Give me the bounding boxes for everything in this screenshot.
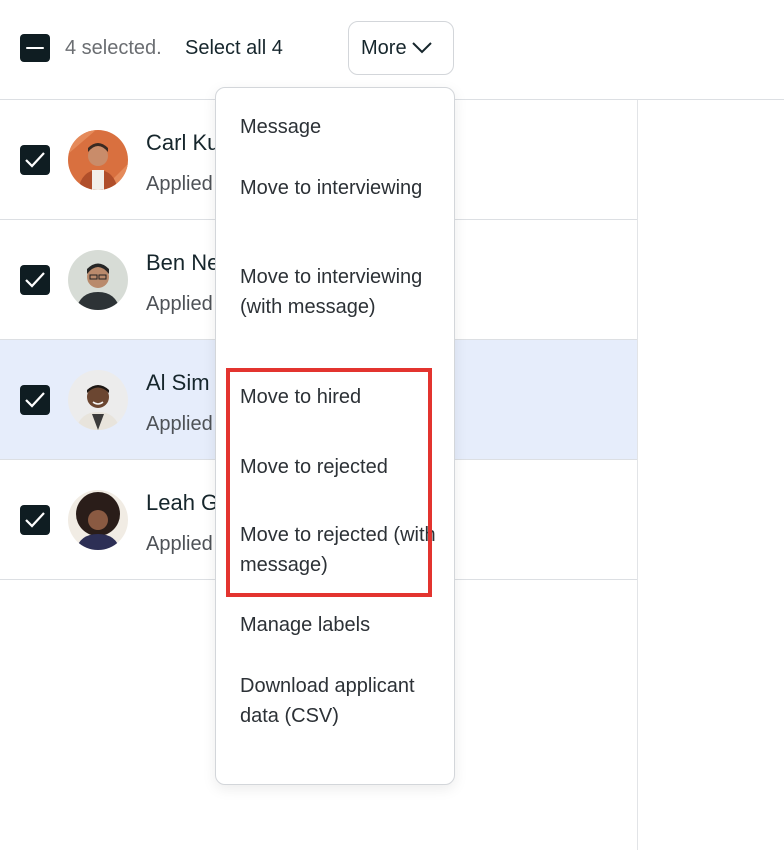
menu-item-manage-labels[interactable]: Manage labels <box>240 610 440 640</box>
applicant-status: Applied <box>146 533 213 555</box>
menu-item-move-to-rejected[interactable]: Move to rejected <box>240 452 440 482</box>
bulk-action-toolbar: 4 selected. Select all 4 More <box>0 0 784 100</box>
row-checkbox-checked[interactable] <box>20 265 50 295</box>
checkmark-icon <box>25 512 45 528</box>
more-actions-button[interactable]: More <box>348 21 454 75</box>
selected-count-text: 4 selected. <box>65 37 162 59</box>
select-all-link[interactable]: Select all 4 <box>185 37 283 60</box>
row-checkbox-checked[interactable] <box>20 505 50 535</box>
applicant-status: Applied <box>146 293 213 315</box>
avatar <box>68 250 128 310</box>
avatar <box>68 370 128 430</box>
panel-divider <box>637 100 638 850</box>
menu-item-move-to-interviewing[interactable]: Move to interviewing <box>240 173 440 203</box>
applicant-name[interactable]: Carl Ku <box>146 130 219 156</box>
menu-item-move-to-rejected-with-message[interactable]: Move to rejected (with message) <box>240 520 440 580</box>
more-button-label: More <box>361 36 407 59</box>
menu-item-download-applicant-data[interactable]: Download applicant data (CSV) <box>240 671 440 731</box>
row-checkbox-checked[interactable] <box>20 385 50 415</box>
row-checkbox-checked[interactable] <box>20 145 50 175</box>
checkmark-icon <box>25 152 45 168</box>
applicant-name[interactable]: Ben Ne <box>146 250 219 276</box>
applicant-status: Applied <box>146 173 213 195</box>
chevron-down-icon <box>411 42 432 54</box>
menu-item-move-to-hired[interactable]: Move to hired <box>240 382 440 412</box>
applicant-status: Applied <box>146 413 213 435</box>
applicant-name[interactable]: Leah G <box>146 490 218 516</box>
avatar <box>68 130 128 190</box>
menu-item-move-to-interviewing-with-message[interactable]: Move to interviewing (with message) <box>240 262 440 322</box>
applicant-name[interactable]: Al Sim <box>146 370 210 396</box>
select-all-checkbox-indeterminate[interactable] <box>20 34 50 62</box>
menu-item-message[interactable]: Message <box>240 112 440 142</box>
more-actions-menu: Message Move to interviewing Move to int… <box>215 87 455 785</box>
avatar <box>68 490 128 550</box>
checkmark-icon <box>25 392 45 408</box>
checkmark-icon <box>25 272 45 288</box>
